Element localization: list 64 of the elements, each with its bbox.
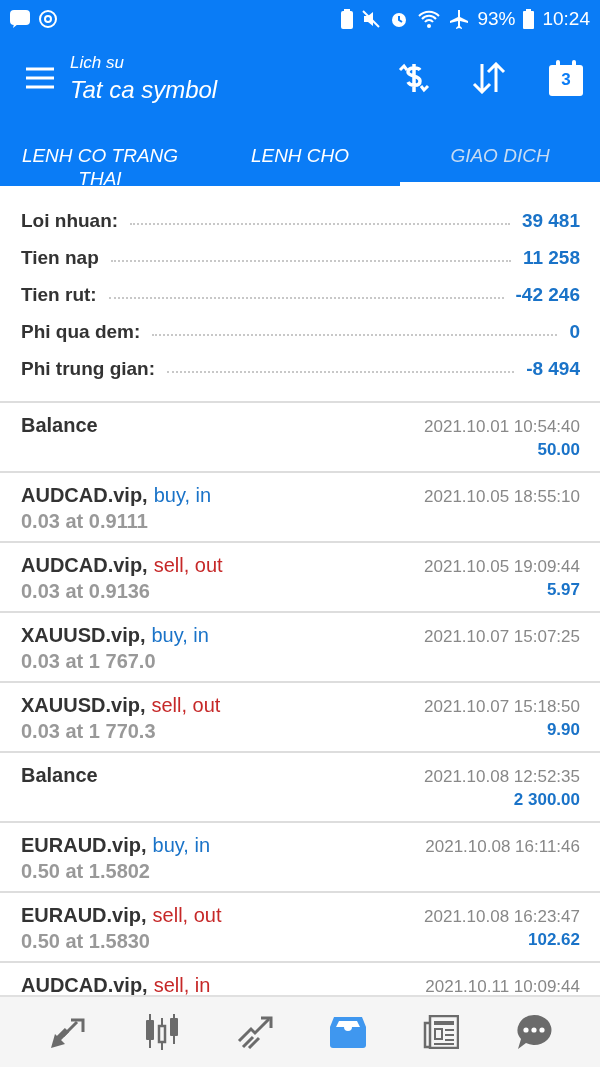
- deal-profit: 102.62: [528, 930, 580, 950]
- newspaper-icon[interactable]: [422, 1015, 459, 1049]
- chat-icon[interactable]: [515, 1014, 552, 1050]
- deal-profit: 2 300.00: [513, 790, 580, 810]
- deal-time: 2021.10.05 18:55:10: [424, 487, 580, 507]
- app-icon: [10, 10, 30, 28]
- deal-volume: 0.03 at 0.9136: [21, 580, 151, 603]
- airplane-icon: [449, 9, 470, 29]
- summary-value: 39 481: [521, 209, 580, 232]
- summary-value: 0: [569, 320, 580, 343]
- deal-time: 2021.10.01 10:54:40: [424, 417, 580, 437]
- deal-profit: 9.90: [546, 720, 580, 740]
- deal-volume: 0.03 at 0.9111: [21, 510, 149, 533]
- deal-side: sell, out: [152, 904, 222, 927]
- deal-volume: 0.03 at 1 770.3: [21, 720, 157, 743]
- wifi-icon: [417, 9, 442, 29]
- clock: 10:24: [542, 8, 590, 30]
- tab[interactable]: GIAO DICH: [400, 118, 600, 186]
- screen-title: Tat ca symbol: [70, 75, 219, 104]
- summary-label: Tien nap: [21, 246, 99, 269]
- summary-label: Phi qua dem:: [21, 320, 141, 343]
- deal-symbol: XAUUSD.vip,: [21, 694, 146, 717]
- deal-symbol: EURAUD.vip,: [21, 904, 147, 927]
- deal-volume: 0.50 at 1.5830: [21, 930, 151, 953]
- deal-time: 2021.10.08 16:11:46: [425, 837, 580, 857]
- deal-volume: 0.03 at 1 767.0: [21, 650, 157, 673]
- candlestick-icon[interactable]: [143, 1014, 180, 1050]
- deal-time: 2021.10.07 15:18:50: [424, 697, 580, 717]
- summary-label: Loi nhuan:: [21, 209, 119, 232]
- deal-time: 2021.10.08 12:52:35: [424, 767, 580, 787]
- summary-label: Phi trung gian:: [21, 357, 156, 380]
- inbox-icon[interactable]: [329, 1015, 366, 1049]
- deal-symbol: AUDCAD.vip,: [21, 554, 148, 577]
- deal-symbol: AUDCAD.vip,: [21, 484, 148, 507]
- deal-time: 2021.10.08 16:23:47: [424, 907, 580, 927]
- summary-value: 11 258: [522, 246, 580, 269]
- deal-side: sell, out: [153, 554, 223, 577]
- battery-percent: 93%: [477, 8, 516, 30]
- deal-time: 2021.10.11 10:09:44: [425, 977, 580, 995]
- tab[interactable]: LENH CO TRANG THAI: [0, 118, 200, 186]
- deal-time: 2021.10.07 15:07:25: [424, 627, 580, 647]
- deal-side: sell, out: [151, 694, 221, 717]
- mute-icon: [361, 9, 382, 29]
- deal-symbol: Balance: [21, 764, 98, 787]
- battery-icon: [523, 9, 535, 29]
- deal-symbol: Balance: [21, 414, 98, 437]
- deal-profit: 50.00: [537, 440, 580, 460]
- summary-label: Tien rut:: [21, 283, 97, 306]
- summary-value: -8 494: [526, 357, 580, 380]
- deal-time: 2021.10.05 19:09:44: [424, 557, 580, 577]
- trend-chart-icon[interactable]: [236, 1015, 273, 1049]
- deal-side: sell, in: [153, 974, 211, 995]
- deal-profit: 5.97: [546, 580, 580, 600]
- deal-side: buy, in: [153, 484, 212, 507]
- screen-subtitle: Lich su: [70, 52, 125, 73]
- deal-side: buy, in: [152, 834, 211, 857]
- deal-side: buy, in: [151, 624, 209, 647]
- deal-symbol: XAUUSD.vip,: [21, 624, 146, 647]
- deal-volume: 0.50 at 1.5802: [21, 860, 151, 883]
- summary-value: -42 246: [515, 283, 580, 306]
- sort-icon[interactable]: [472, 62, 506, 94]
- deal-symbol: EURAUD.vip,: [21, 834, 147, 857]
- tab[interactable]: LENH CHO: [200, 118, 400, 186]
- menu-icon[interactable]: [26, 67, 54, 89]
